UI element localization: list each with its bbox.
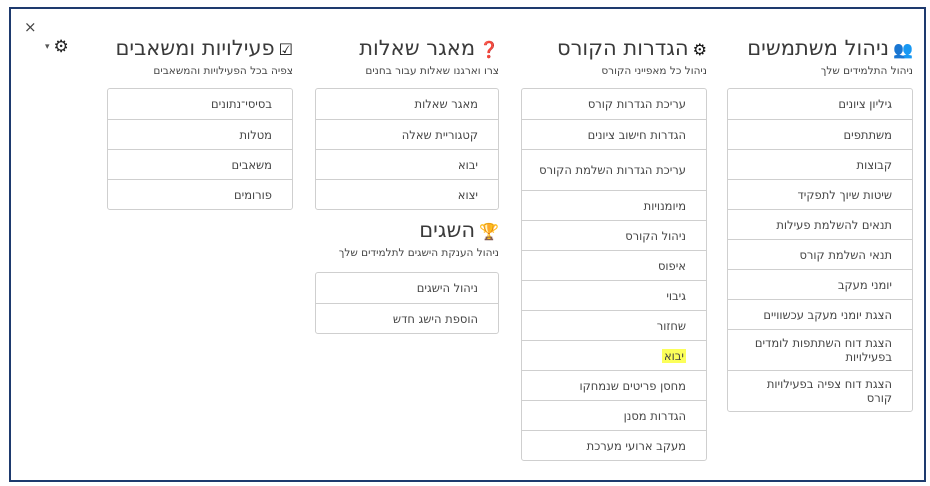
list-item[interactable]: הגדרות מסנן [522,400,706,430]
question-bank-heading: ❓מאגר שאלות [315,36,499,62]
list-item[interactable]: איפוס [522,250,706,280]
badges-section: 🏆השגים ניהול הענקת הישגים לתלמידים שלך נ… [315,218,499,334]
chevron-down-icon: ▾ [45,42,50,52]
list-item[interactable]: מטלות [108,119,292,149]
users-heading: 👥ניהול משתמשים [727,36,913,62]
list-item[interactable]: משתתפים [728,119,912,149]
activities-subtitle: צפיה בכל הפעילויות והמשאבים [153,65,293,77]
activities-heading: ☑פעילויות ומשאבים [107,36,293,62]
list-item[interactable]: בסיסי־נתונים [108,89,292,119]
close-icon[interactable]: × [24,18,37,36]
course-settings-subtitle: ניהול כל מאפייני הקורס [601,65,707,77]
question-bank-title: מאגר שאלות [359,36,476,60]
settings-menu[interactable]: ▾ ⚙ [45,37,69,57]
list-item[interactable]: גיליון ציונים [728,89,912,119]
users-title: ניהול משתמשים [747,36,890,60]
list-item[interactable]: פורומים [108,179,292,209]
list-item[interactable]: תנאים להשלמת פעילות [728,209,912,239]
list-item-import[interactable]: יבוא [522,340,706,370]
highlighted-text: יבוא [661,348,686,363]
question-circle-icon: ❓ [479,40,499,59]
course-settings-title: הגדרות הקורס [556,36,689,60]
list-item[interactable]: מעקב ארועי מערכת [522,430,706,460]
course-settings-heading: ⚙הגדרות הקורס [521,36,707,62]
list-item[interactable]: שיטות שיוך לתפקיד [728,179,912,209]
gears-icon: ⚙ [692,40,707,59]
trophy-icon: 🏆 [479,222,499,241]
list-item[interactable]: הצגת יומני מעקב עכשוויים [728,299,912,329]
course-settings-list: עריכת הגדרות קורס הגדרות חישוב ציונים ער… [521,88,707,461]
users-list: גיליון ציונים משתתפים קבוצות שיטות שיוך … [727,88,913,412]
list-item[interactable]: תנאי השלמת קורס [728,239,912,269]
users-section: 👥ניהול משתמשים ניהול התלמידים שלך גיליון… [727,36,913,412]
users-icon: 👥 [893,40,913,59]
list-item[interactable]: גיבוי [522,280,706,310]
gear-icon: ⚙ [53,37,69,57]
question-bank-list: מאגר שאלות קטגוריית שאלה יבוא יצוא [315,88,499,210]
list-item[interactable]: מיומנויות [522,190,706,220]
list-item[interactable]: יומני מעקב [728,269,912,299]
activities-title: פעילויות ומשאבים [115,36,275,60]
badges-subtitle: ניהול הענקת הישגים לתלמידים שלך [338,247,499,259]
checkbox-icon: ☑ [278,40,293,59]
list-item[interactable]: הצגת דוח השתתפות לומדים בפעילויות [728,329,912,370]
list-item[interactable]: הגדרות חישוב ציונים [522,119,706,149]
badges-title: השגים [419,218,476,242]
list-item[interactable]: מחסן פריטים שנמחקו [522,370,706,400]
list-item[interactable]: יבוא [316,149,498,179]
badges-list: ניהול הישגים הוספת הישג חדש [315,272,499,334]
activities-section: ☑פעילויות ומשאבים צפיה בכל הפעילויות והמ… [107,36,293,210]
question-bank-section: ❓מאגר שאלות צרו וארגנו שאלות עבור בחנים … [315,36,499,210]
list-item[interactable]: ניהול הישגים [316,273,498,303]
badges-heading: 🏆השגים [315,218,499,244]
list-item[interactable]: קטגוריית שאלה [316,119,498,149]
question-bank-subtitle: צרו וארגנו שאלות עבור בחנים [365,65,499,77]
list-item[interactable]: ניהול הקורס [522,220,706,250]
list-item[interactable]: הוספת הישג חדש [316,303,498,333]
course-settings-section: ⚙הגדרות הקורס ניהול כל מאפייני הקורס ערי… [521,36,707,461]
users-subtitle: ניהול התלמידים שלך [820,65,913,77]
list-item[interactable]: הצגת דוח צפיה בפעילויות קורס [728,370,912,411]
activities-list: בסיסי־נתונים מטלות משאבים פורומים [107,88,293,210]
list-item[interactable]: מאגר שאלות [316,89,498,119]
list-item[interactable]: עריכת הגדרות השלמת הקורס [522,149,706,190]
list-item[interactable]: עריכת הגדרות קורס [522,89,706,119]
list-item[interactable]: יצוא [316,179,498,209]
list-item[interactable]: שחזור [522,310,706,340]
list-item[interactable]: קבוצות [728,149,912,179]
list-item[interactable]: משאבים [108,149,292,179]
